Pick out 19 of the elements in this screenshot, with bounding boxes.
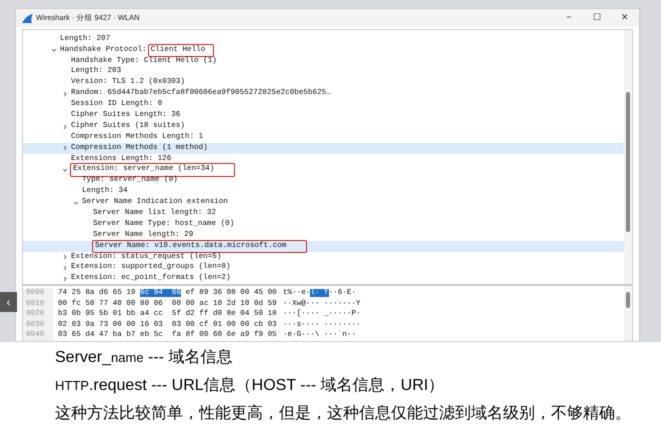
- scrollbar[interactable]: [624, 30, 632, 284]
- chevron-right-icon[interactable]: [62, 90, 68, 97]
- window-control[interactable]: ☐: [583, 9, 611, 27]
- chevron-right-icon[interactable]: [62, 265, 68, 272]
- window-control[interactable]: −: [555, 9, 583, 27]
- chevron-down-icon[interactable]: [73, 200, 79, 206]
- note-text: HTTP.request --- URL信息（HOST --- 域名信息，URI）: [55, 376, 446, 396]
- note-text: Server_name --- 域名信息: [55, 348, 234, 368]
- note-text: 这种方法比较简单，性能更高，但是，这种信息仅能过滤到域名级别，不够精确。: [55, 404, 632, 424]
- previous-button[interactable]: ‹: [0, 292, 17, 312]
- window-control[interactable]: ✕: [611, 9, 639, 27]
- chevron-down-icon[interactable]: [62, 167, 68, 174]
- chevron-right-icon[interactable]: [62, 124, 68, 130]
- shark-fin-icon: [22, 14, 33, 22]
- scrollbar[interactable]: [624, 286, 632, 341]
- chevron-right-icon[interactable]: [62, 276, 68, 282]
- chevron-right-icon[interactable]: [62, 254, 68, 260]
- chevron-right-icon[interactable]: [62, 145, 68, 152]
- chevron-down-icon[interactable]: [51, 47, 57, 54]
